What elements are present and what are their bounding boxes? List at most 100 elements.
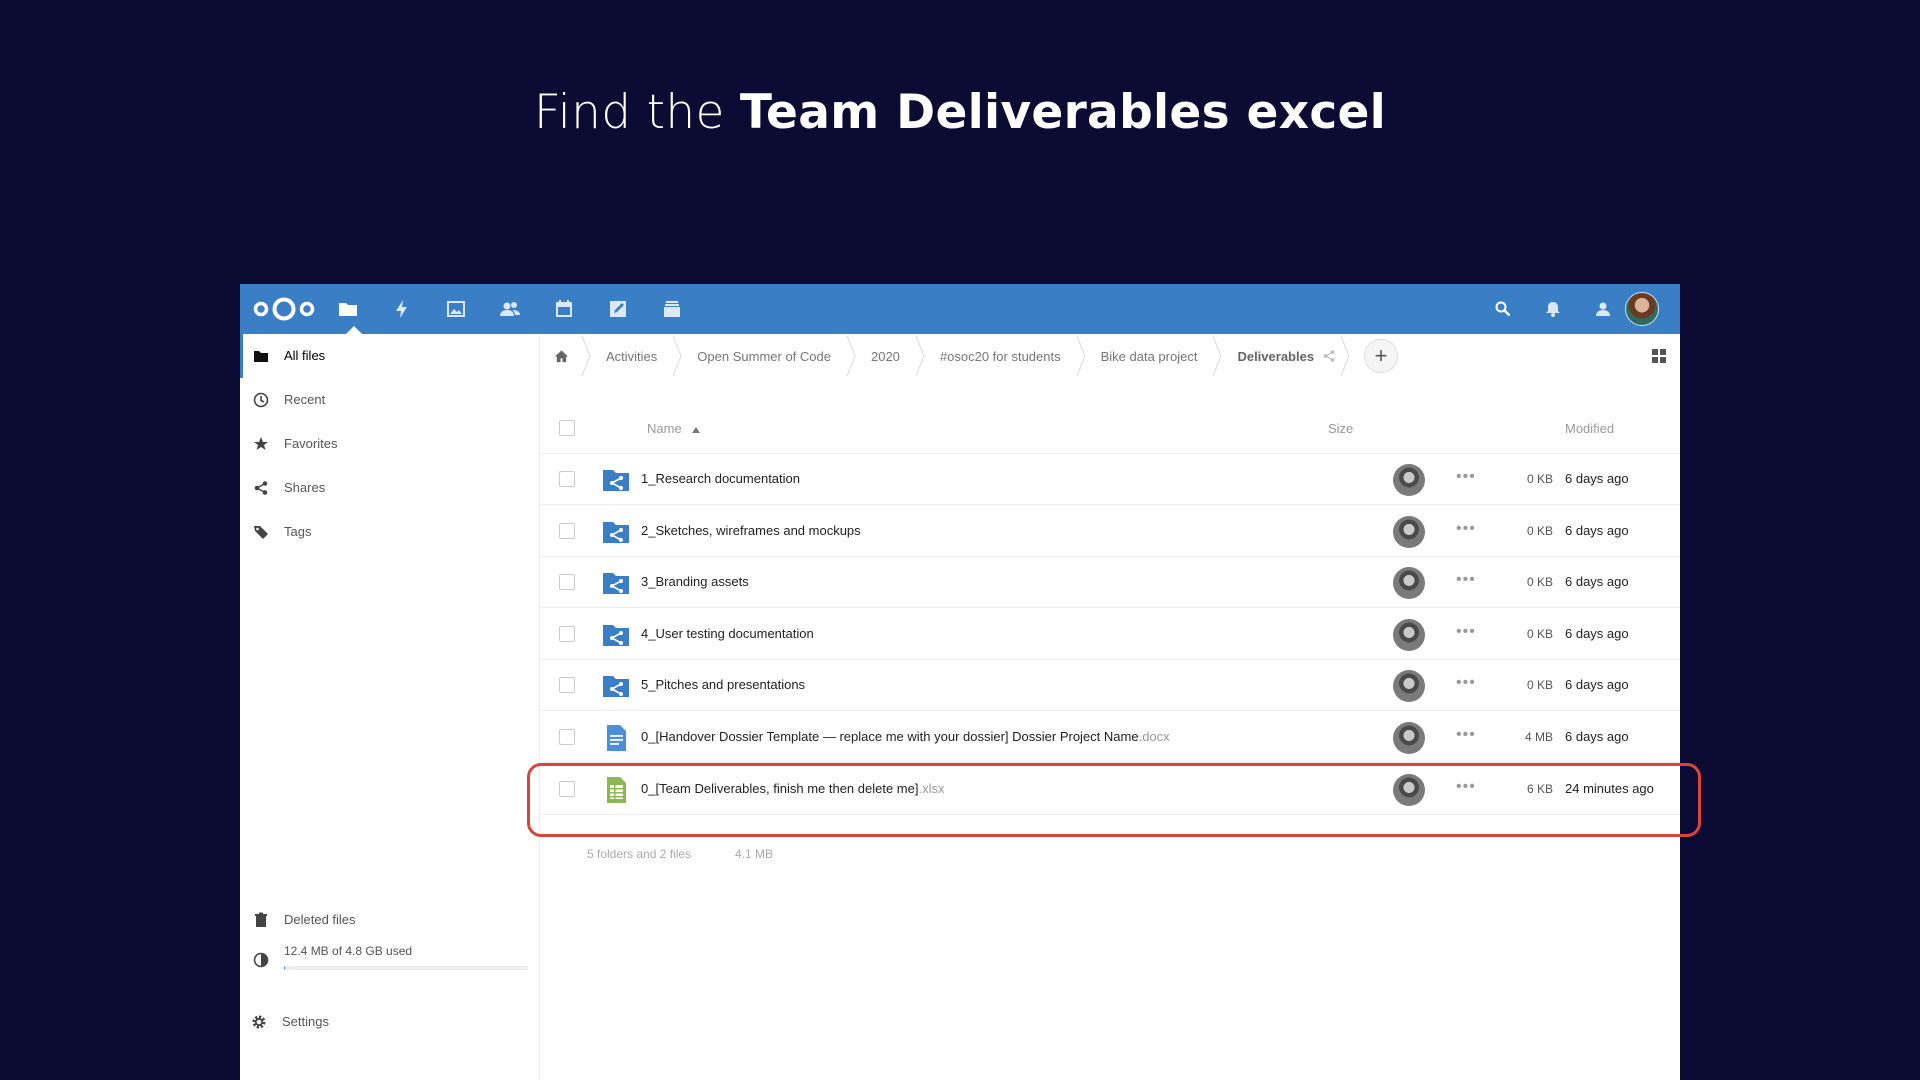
share-icon[interactable] <box>1322 349 1336 363</box>
file-extension: .docx <box>1138 729 1170 744</box>
shared-folder-icon <box>602 621 630 649</box>
file-modified: 6 days ago <box>1565 625 1629 641</box>
sidebar-item-label: Settings <box>282 1014 329 1029</box>
notes-icon[interactable] <box>606 297 630 321</box>
calendar-icon[interactable] <box>552 297 576 321</box>
sidebar-item-label: Deleted files <box>284 912 356 927</box>
row-checkbox[interactable] <box>559 522 575 539</box>
file-row[interactable]: 2_Sketches, wireframes and mockups ••• 0 K… <box>540 506 1680 557</box>
file-list-header: Name Size Modified <box>540 403 1680 454</box>
search-icon[interactable] <box>1491 297 1515 321</box>
file-row[interactable]: 1_Research documentation ••• 0 KB 6 days ag… <box>540 454 1680 505</box>
breadcrumb-current[interactable]: Deliverables <box>1222 334 1322 378</box>
row-checkbox[interactable] <box>559 729 575 745</box>
more-actions-icon[interactable]: ••• <box>1456 571 1476 589</box>
photos-icon[interactable] <box>444 297 468 321</box>
row-checkbox[interactable] <box>559 574 575 591</box>
sidebar-item-label: Recent <box>284 392 326 407</box>
more-actions-icon[interactable]: ••• <box>1456 468 1476 486</box>
sidebar-item-favorites[interactable]: Favorites <box>240 422 540 466</box>
nextcloud-window: All files Recent Favorites Shares Tags D… <box>240 284 1680 1080</box>
new-file-button[interactable]: + <box>1364 339 1399 373</box>
row-checkbox[interactable] <box>559 677 575 694</box>
document-icon <box>602 724 630 752</box>
share-owner-avatar[interactable] <box>1393 722 1425 754</box>
file-modified: 6 days ago <box>1565 729 1629 744</box>
file-name[interactable]: 4_User testing documentation <box>641 626 814 641</box>
file-row[interactable]: 4_User testing documentation ••• 0 KB 6 day… <box>540 609 1680 660</box>
file-basename: 1_Research documentation <box>641 471 800 486</box>
gear-icon <box>252 1015 266 1029</box>
column-size-header[interactable]: Size <box>1328 421 1353 436</box>
trash-icon <box>255 912 267 927</box>
shared-folder-icon <box>602 672 630 700</box>
sidebar-item-recent[interactable]: Recent <box>240 378 540 422</box>
file-name[interactable]: 2_Sketches, wireframes and mockups <box>641 523 861 538</box>
sidebar-item-tags[interactable]: Tags <box>240 510 540 554</box>
breadcrumb-item[interactable]: 2020 <box>856 334 915 378</box>
column-name-header[interactable]: Name <box>647 421 682 436</box>
more-actions-icon[interactable]: ••• <box>1456 726 1476 744</box>
file-basename: 4_User testing documentation <box>641 625 814 641</box>
breadcrumb-item[interactable]: Activities <box>591 334 672 378</box>
breadcrumb-item[interactable]: Bike data project <box>1086 334 1213 378</box>
row-checkbox[interactable] <box>559 625 575 642</box>
file-name[interactable]: 1_Research documentation <box>641 471 800 486</box>
user-avatar[interactable] <box>1625 292 1659 326</box>
sidebar-item-settings[interactable]: Settings <box>240 1000 540 1044</box>
file-basename: 0_[Handover Dossier Template — replace m… <box>641 729 1139 744</box>
file-row[interactable]: 3_Branding assets ••• 0 KB 6 days ago <box>540 557 1680 609</box>
contacts-menu-icon[interactable] <box>1591 297 1615 321</box>
files-main: Activities Open Summer of Code 2020 #oso… <box>540 334 1680 1080</box>
file-modified: 6 days ago <box>1565 574 1629 590</box>
share-owner-avatar[interactable] <box>1393 618 1425 651</box>
file-basename: 2_Sketches, wireframes and mockups <box>641 522 861 538</box>
highlight-box <box>527 763 1701 837</box>
sidebar-item-shares[interactable]: Shares <box>240 466 540 510</box>
deck-icon[interactable] <box>660 297 684 321</box>
file-size: 0 KB <box>1526 523 1553 538</box>
column-modified-header[interactable]: Modified <box>1565 421 1614 436</box>
storage-quota: 12.4 MB of 4.8 GB used <box>240 936 540 980</box>
breadcrumb-home[interactable] <box>540 334 581 378</box>
share-owner-avatar[interactable] <box>1393 670 1425 703</box>
notifications-icon[interactable] <box>1541 297 1565 321</box>
files-icon[interactable] <box>336 297 360 321</box>
share-owner-avatar[interactable] <box>1393 567 1425 600</box>
grid-view-icon[interactable] <box>1652 349 1666 363</box>
breadcrumb-separator <box>581 334 591 378</box>
home-icon <box>554 349 569 362</box>
headline-prefix: Find the <box>533 85 740 140</box>
file-size: 0 KB <box>1526 626 1553 641</box>
file-row[interactable]: 0_[Handover Dossier Template — replace m… <box>540 712 1680 763</box>
nextcloud-logo-icon[interactable] <box>252 296 316 322</box>
share-owner-avatar[interactable] <box>1393 464 1425 496</box>
pie-chart-icon <box>253 952 269 968</box>
contacts-icon[interactable] <box>498 297 522 321</box>
file-name[interactable]: 0_[Handover Dossier Template — replace m… <box>641 729 1170 744</box>
task-headline: Find the Team Deliverables excel <box>0 85 1920 140</box>
share-owner-avatar[interactable] <box>1393 515 1425 548</box>
more-actions-icon[interactable]: ••• <box>1456 674 1476 692</box>
more-actions-icon[interactable]: ••• <box>1456 623 1476 641</box>
summary-count: 5 folders and 2 files <box>587 847 692 861</box>
app-navigation: All files Recent Favorites Shares Tags D… <box>240 334 540 1080</box>
file-name[interactable]: 5_Pitches and presentations <box>641 677 805 692</box>
file-basename: 5_Pitches and presentations <box>641 677 806 693</box>
more-actions-icon[interactable]: ••• <box>1456 520 1476 538</box>
breadcrumb-separator <box>1076 334 1086 378</box>
file-name[interactable]: 3_Branding assets <box>641 574 749 589</box>
breadcrumb-separator <box>672 334 682 378</box>
breadcrumb-item[interactable]: #osoc20 for students <box>925 334 1076 378</box>
active-app-indicator <box>346 326 362 334</box>
breadcrumb-item[interactable]: Open Summer of Code <box>682 334 846 378</box>
breadcrumb-separator <box>1212 334 1223 378</box>
file-row[interactable]: 5_Pitches and presentations ••• 0 KB 6 days… <box>540 660 1680 712</box>
clock-icon <box>253 392 269 408</box>
sidebar-item-all-files[interactable]: All files <box>240 334 540 378</box>
shared-folder-icon <box>602 569 630 597</box>
select-all-checkbox[interactable] <box>559 420 575 436</box>
row-checkbox[interactable] <box>559 471 575 487</box>
activity-icon[interactable] <box>390 297 414 321</box>
file-modified: 6 days ago <box>1565 677 1629 693</box>
